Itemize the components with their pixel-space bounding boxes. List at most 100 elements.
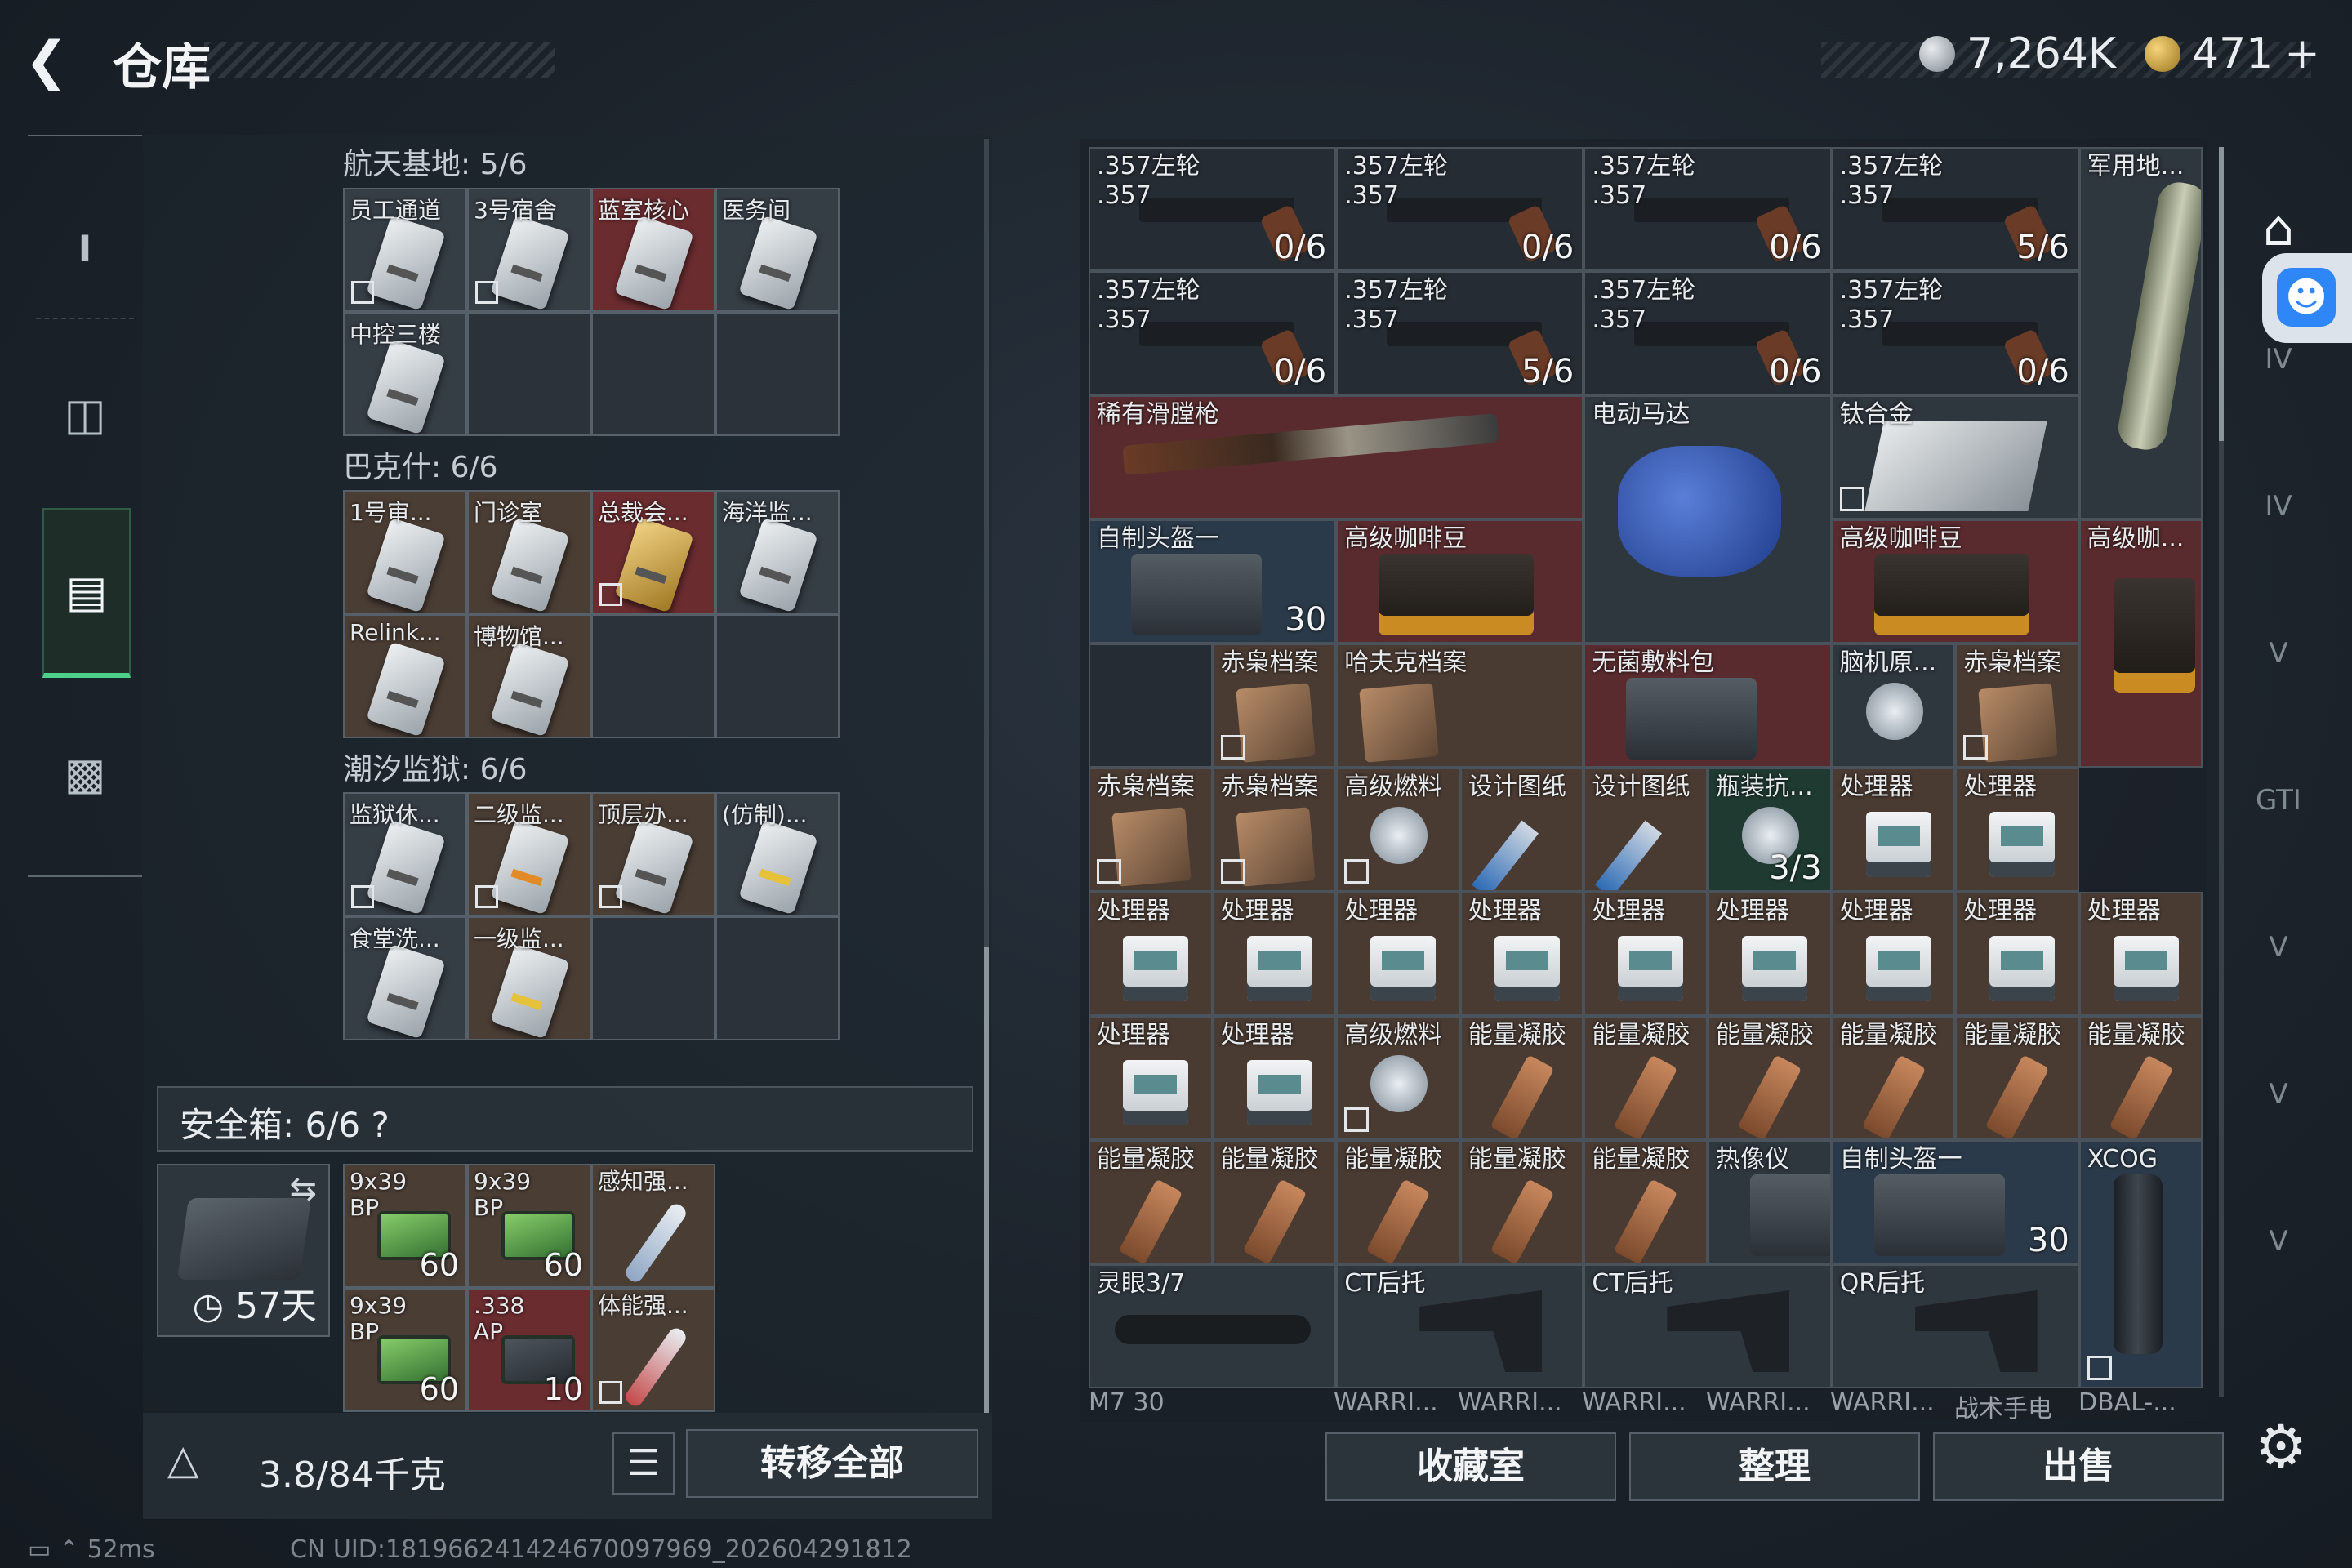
- inventory-item[interactable]: 能量凝胶: [1584, 1140, 1708, 1264]
- inventory-item[interactable]: 高级燃料: [1336, 768, 1460, 892]
- inventory-item[interactable]: 设计图纸: [1459, 768, 1584, 892]
- inventory-item[interactable]: QR后托: [1831, 1264, 2079, 1388]
- key-card-slot[interactable]: Relink...: [343, 614, 467, 738]
- inventory-item[interactable]: 处理器: [1089, 892, 1213, 1016]
- inventory-item[interactable]: .357左轮 .357 0/6: [1584, 147, 1832, 271]
- inventory-item[interactable]: 无菌敷料包: [1584, 644, 1832, 768]
- nav-container-5[interactable]: V: [2230, 898, 2328, 996]
- inventory-item[interactable]: 灵眼3/7: [1089, 1264, 1337, 1388]
- safe-item-slot[interactable]: 9x39 BP 60: [343, 1288, 467, 1412]
- key-card-slot[interactable]: (仿制)...: [715, 792, 840, 916]
- nav-container-6[interactable]: V: [2230, 1045, 2328, 1143]
- inventory-item[interactable]: 处理器: [1955, 768, 2079, 892]
- collection-button[interactable]: 收藏室: [1325, 1432, 1616, 1501]
- sell-button[interactable]: 出售: [1933, 1432, 2224, 1501]
- key-card-slot[interactable]: 监狱休...: [343, 792, 467, 916]
- inventory-item[interactable]: 处理器: [1089, 1016, 1213, 1140]
- scrollbar-thumb[interactable]: [2219, 147, 2224, 441]
- inventory-item[interactable]: .357左轮 .357 0/6: [1089, 271, 1337, 395]
- inventory-item[interactable]: 赤枭档案: [1212, 768, 1337, 892]
- inventory-item[interactable]: 能量凝胶: [1955, 1016, 2079, 1140]
- inventory-item[interactable]: .357左轮 .357 0/6: [1584, 271, 1832, 395]
- inventory-item[interactable]: 能量凝胶: [1708, 1016, 1832, 1140]
- add-currency-button[interactable]: +: [2284, 29, 2320, 78]
- safe-item-slot[interactable]: 9x39 BP 60: [467, 1164, 591, 1288]
- inventory-item[interactable]: 能量凝胶: [1459, 1140, 1584, 1264]
- inventory-item[interactable]: 处理器: [1336, 892, 1460, 1016]
- key-card-slot[interactable]: 1号审...: [343, 490, 467, 614]
- inventory-item[interactable]: 高级咖啡豆: [1336, 519, 1584, 644]
- inventory-item[interactable]: 设计图纸: [1584, 768, 1708, 892]
- inventory-item[interactable]: 赤枭档案: [1089, 768, 1213, 892]
- inventory-item[interactable]: .357左轮 .357 0/6: [1336, 147, 1584, 271]
- nav-weapons[interactable]: ╻: [42, 194, 127, 275]
- safe-box-container[interactable]: ⇆ ◷ 57天: [157, 1164, 330, 1337]
- inventory-item[interactable]: 军用地...: [2078, 147, 2203, 519]
- transfer-all-button[interactable]: 转移全部: [686, 1429, 978, 1498]
- inventory-item[interactable]: 处理器: [1459, 892, 1584, 1016]
- inventory-item[interactable]: 处理器: [1212, 1016, 1337, 1140]
- nav-container-3[interactable]: V: [2230, 604, 2328, 702]
- swap-icon[interactable]: ⇆: [289, 1170, 317, 1208]
- inventory-item[interactable]: 哈夫克档案: [1336, 644, 1584, 768]
- nav-backpack[interactable]: ◫: [42, 373, 127, 455]
- inventory-item[interactable]: 处理器: [1831, 768, 1956, 892]
- key-card-slot[interactable]: 蓝室核心: [591, 188, 715, 312]
- key-card-slot[interactable]: 医务间: [715, 188, 840, 312]
- inventory-item[interactable]: 高级咖啡豆: [1831, 519, 2079, 644]
- inventory-item[interactable]: 能量凝胶: [1212, 1140, 1337, 1264]
- inventory-item[interactable]: 处理器: [1955, 892, 2079, 1016]
- inventory-item[interactable]: CT后托: [1336, 1264, 1584, 1388]
- inventory-item[interactable]: 脑机原...: [1831, 644, 1956, 768]
- inventory-item[interactable]: 能量凝胶: [1584, 1016, 1708, 1140]
- inventory-item[interactable]: 高级燃料: [1336, 1016, 1460, 1140]
- key-card-slot[interactable]: 员工通道: [343, 188, 467, 312]
- sort-button[interactable]: 整理: [1629, 1432, 1920, 1501]
- inventory-item[interactable]: 自制头盔一 30: [1089, 519, 1337, 644]
- inventory-item[interactable]: .357左轮 .357 5/6: [1336, 271, 1584, 395]
- nav-container-7[interactable]: V: [2230, 1192, 2328, 1290]
- key-card-slot[interactable]: 博物馆...: [467, 614, 591, 738]
- inventory-item[interactable]: 处理器: [1831, 892, 1956, 1016]
- nav-storage[interactable]: ▤: [42, 508, 131, 678]
- inventory-item[interactable]: .357左轮 .357 0/6: [1089, 147, 1337, 271]
- inventory-item[interactable]: 自制头盔一 30: [1831, 1140, 2079, 1264]
- inventory-item[interactable]: 赤枭档案: [1212, 644, 1337, 768]
- key-card-slot[interactable]: 一级监...: [467, 916, 591, 1040]
- inventory-item[interactable]: 瓶装抗... 3/3: [1708, 768, 1832, 892]
- key-card-slot[interactable]: 二级监...: [467, 792, 591, 916]
- inventory-item[interactable]: 热像仪: [1708, 1140, 1832, 1264]
- currency-gold[interactable]: 471 +: [2145, 29, 2320, 78]
- inventory-item[interactable]: 稀有滑膛枪: [1089, 395, 1584, 519]
- inventory-item[interactable]: 能量凝胶: [2078, 1016, 2203, 1140]
- inventory-item[interactable]: 处理器: [2078, 892, 2203, 1016]
- key-card-slot[interactable]: 顶层办...: [591, 792, 715, 916]
- key-card-slot[interactable]: 食堂洗...: [343, 916, 467, 1040]
- safe-item-slot[interactable]: 9x39 BP 60: [343, 1164, 467, 1288]
- settings-button[interactable]: ⚙: [2244, 1410, 2318, 1483]
- nav-container-2[interactable]: IV: [2230, 457, 2328, 555]
- inventory-item[interactable]: 能量凝胶: [1459, 1016, 1584, 1140]
- inventory-item[interactable]: 高级咖...: [2078, 519, 2203, 768]
- inventory-item[interactable]: 钛合金: [1831, 395, 2079, 519]
- inventory-item[interactable]: .357左轮 .357 0/6: [1831, 271, 2079, 395]
- key-card-slot[interactable]: 总裁会...: [591, 490, 715, 614]
- accessibility-button[interactable]: ☻: [2262, 253, 2352, 343]
- nav-briefcase[interactable]: ▩: [42, 733, 127, 814]
- key-card-slot[interactable]: 海洋监...: [715, 490, 840, 614]
- inventory-item[interactable]: 处理器: [1212, 892, 1337, 1016]
- list-button[interactable]: ☰: [612, 1432, 675, 1494]
- inventory-item[interactable]: 能量凝胶: [1089, 1140, 1213, 1264]
- safe-item-slot[interactable]: 感知强...: [591, 1164, 715, 1288]
- key-card-slot[interactable]: 3号宿舍: [467, 188, 591, 312]
- inventory-item[interactable]: XCOG: [2078, 1140, 2203, 1388]
- back-button[interactable]: ❮: [24, 33, 90, 90]
- inventory-item[interactable]: CT后托: [1584, 1264, 1832, 1388]
- key-card-slot[interactable]: 中控三楼: [343, 312, 467, 436]
- scrollbar-thumb[interactable]: [984, 947, 989, 1413]
- inventory-scrollbar[interactable]: [2219, 147, 2224, 1396]
- inventory-item[interactable]: 电动马达: [1584, 395, 1832, 644]
- nav-container-4[interactable]: GTI: [2230, 751, 2328, 849]
- inventory-item[interactable]: 能量凝胶: [1336, 1140, 1460, 1264]
- key-card-slot[interactable]: 门诊室: [467, 490, 591, 614]
